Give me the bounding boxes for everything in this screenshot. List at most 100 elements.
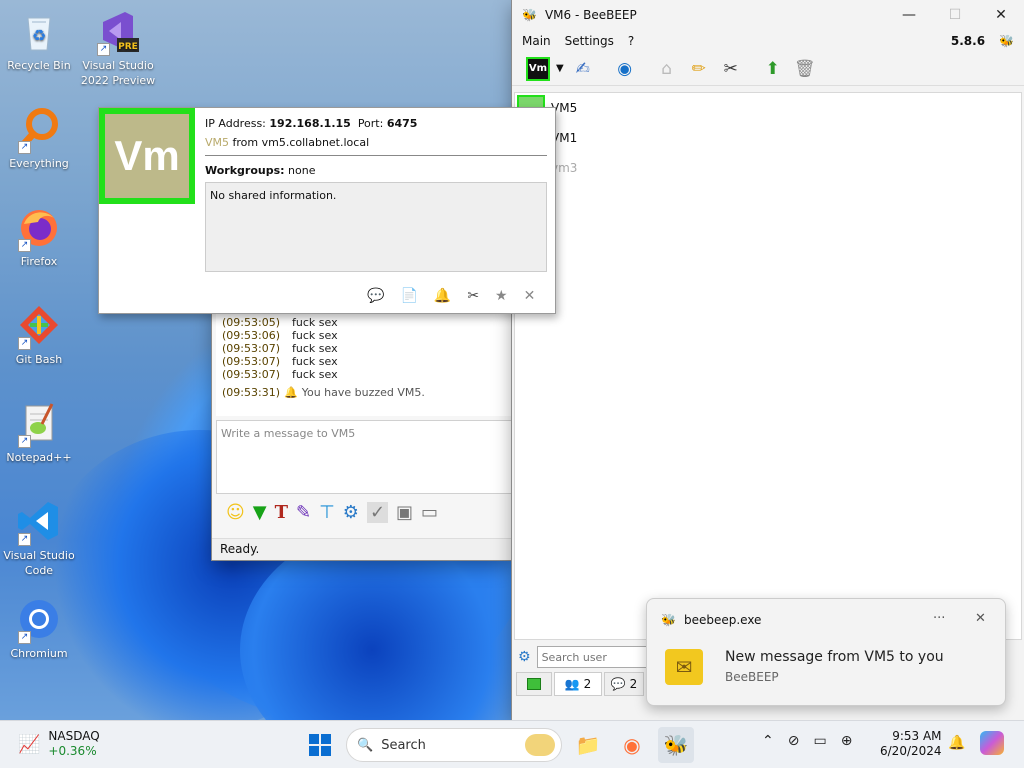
home-icon[interactable]: ⌂ (654, 56, 680, 82)
toast-notification[interactable]: 🐝 beebeep.exe ··· ✕ ✉ New message from V… (646, 598, 1006, 706)
chat-message: (09:53:05) fuck sex (222, 316, 338, 329)
maximize-button[interactable]: ☐ (932, 0, 978, 30)
location-icon[interactable]: ⊕ (841, 733, 853, 749)
shortcut-arrow-icon: ↗ (18, 337, 31, 350)
beebeep-taskbar-button[interactable]: 🐝 (658, 727, 694, 763)
windows-logo-icon (309, 734, 331, 756)
svg-text:♻: ♻ (32, 26, 46, 45)
edit-profile-icon[interactable]: ✍ (570, 56, 596, 82)
tools-icon[interactable]: ✂ (718, 56, 744, 82)
chat-bubble-icon[interactable]: 💬 (367, 288, 384, 304)
toast-close-button[interactable]: ✕ (975, 611, 986, 626)
desktop-icon-firefox[interactable]: ↗ Firefox (0, 204, 78, 269)
edit-tool-icon[interactable]: ✂ (467, 288, 479, 304)
bell-icon: 🔔 (284, 386, 298, 399)
shortcut-arrow-icon: ↗ (18, 435, 31, 448)
vscode-icon: ↗ (16, 498, 62, 546)
buzz-message: (09:53:31) 🔔 You have buzzed VM5. (222, 386, 425, 399)
tab-users[interactable] (516, 672, 552, 696)
window-title: VM6 - BeeBEEP (544, 8, 637, 22)
chromium-icon: ↗ (16, 596, 62, 644)
taskbar: 📈 NASDAQ +0.36% 🔍 Search 📁 ◉ 🐝 ⌃ ⊘ ▭ ⊕ 9… (0, 720, 1024, 768)
shortcut-arrow-icon: ↗ (97, 43, 110, 56)
version-label: 5.8.6 (950, 34, 986, 48)
shortcut-arrow-icon: ↗ (18, 533, 31, 546)
desktop-icon-visual-studio-preview[interactable]: PRE ↗ Visual Studio 2022 Preview (79, 8, 157, 88)
send-file-icon[interactable]: ▭ (421, 502, 438, 523)
status-dropdown-icon[interactable]: ▼ (556, 63, 564, 74)
green-arrow-down-icon[interactable]: ▼ (253, 502, 267, 523)
beebeep-bee-icon: 🐝 (522, 8, 537, 22)
users-tab-icon (527, 678, 541, 690)
taskbar-search[interactable]: 🔍 Search (346, 728, 562, 762)
desktop-icon-chromium[interactable]: ↗ Chromium (0, 596, 78, 661)
screenshot-icon[interactable]: ▣ (396, 502, 413, 523)
chat-message: (09:53:07) fuck sex (222, 342, 338, 355)
shared-info-box: No shared information. (205, 182, 547, 272)
stock-chart-icon: 📈 (18, 733, 41, 755)
favorite-star-icon[interactable]: ★ (495, 288, 508, 304)
buzz-bell-icon[interactable]: 🔔 (434, 288, 451, 304)
font-icon[interactable]: T (275, 502, 288, 523)
close-button[interactable]: ✕ (978, 0, 1024, 30)
menu-settings[interactable]: Settings (565, 34, 614, 48)
desktop-icon-vscode[interactable]: ↗ Visual Studio Code (0, 498, 78, 578)
notification-bell-icon[interactable]: 🔔 (948, 735, 965, 751)
tray: ⌃ ⊘ ▭ ⊕ (762, 733, 852, 749)
chat-message: (09:53:07) fuck sex (222, 355, 338, 368)
display-icon[interactable]: ▭ (813, 733, 826, 749)
chat-toolbar: ☺ ▼ T ✎ ⊤ ⚙ ✓ ▣ ▭ (226, 502, 438, 523)
copilot-icon[interactable] (980, 731, 1004, 755)
desktop-icon-everything[interactable]: ↗ Everything (0, 106, 78, 171)
menu-main[interactable]: Main (522, 34, 551, 48)
start-button[interactable] (302, 727, 338, 763)
shortcut-arrow-icon: ↗ (18, 239, 31, 252)
search-user-input[interactable] (536, 646, 657, 668)
popup-actions: 💬 📄 🔔 ✂ ★ ✕ (367, 288, 535, 304)
minimize-button[interactable]: — (886, 0, 932, 30)
network-off-icon[interactable]: ⊘ (788, 733, 800, 749)
filter-icon[interactable]: ⊤ (319, 502, 335, 523)
notes-icon[interactable]: ✏ (686, 56, 712, 82)
user-list: VM5 VM1 vm3 (514, 92, 1022, 640)
toast-more-button[interactable]: ··· (933, 611, 945, 626)
color-picker-icon[interactable]: ✎ (296, 502, 311, 523)
chat-log: (09:53:05) fuck sex (09:53:06) fuck sex (0… (216, 314, 512, 416)
firefox-icon: ↗ (16, 204, 62, 252)
user-avatar: Vm (99, 108, 195, 204)
chat-message: (09:53:06) fuck sex (222, 329, 338, 342)
settings-gear-icon[interactable]: ⚙ (343, 502, 359, 523)
toast-subtitle: BeeBEEP (725, 670, 779, 684)
ip-info: IP Address: 192.168.1.15 Port: 6475 (205, 117, 418, 130)
spell-check-icon[interactable]: ✓ (366, 502, 389, 523)
tab-groups[interactable]: 👥 2 (554, 672, 602, 696)
firefox-taskbar-button[interactable]: ◉ (614, 727, 650, 763)
file-explorer-button[interactable]: 📁 (570, 727, 606, 763)
remove-user-icon[interactable]: ✕ (524, 288, 536, 304)
message-input[interactable]: Write a message to VM5 (216, 420, 512, 494)
status-avatar-button[interactable]: Vm (526, 56, 550, 81)
trash-icon[interactable]: 🗑 (792, 56, 818, 82)
workgroups-info: Workgroups: none (205, 164, 316, 177)
menu-help[interactable]: ? (628, 34, 634, 48)
stock-widget[interactable]: 📈 NASDAQ +0.36% (18, 729, 100, 759)
chevron-up-icon[interactable]: ⌃ (762, 733, 774, 749)
search-highlight-icon (525, 734, 555, 756)
tab-chats[interactable]: 💬 2 (604, 672, 644, 696)
emoticon-icon[interactable]: ☺ (226, 502, 245, 523)
settings-gear-icon[interactable]: ⚙ (518, 649, 531, 665)
groups-tab-icon: 👥 (564, 677, 580, 691)
update-icon[interactable]: ⬆ (760, 56, 786, 82)
toast-header: 🐝 beebeep.exe (661, 613, 762, 627)
bottom-tabs: 👥 2 💬 2 (516, 672, 644, 696)
send-file-icon[interactable]: 📄 (400, 288, 417, 304)
desktop-icon-git-bash[interactable]: ↗ Git Bash (0, 302, 78, 367)
version-bee-icon: 🐝 (999, 34, 1014, 48)
main-toolbar: Vm ▼ ✍ ◉ ⌂ ✏ ✂ ⬆ 🗑 (512, 52, 1024, 86)
clock[interactable]: 9:53 AM 6/20/2024 (880, 729, 942, 759)
desktop-icon-recycle-bin[interactable]: ♻ Recycle Bin (0, 8, 78, 73)
network-icon[interactable]: ◉ (612, 56, 638, 82)
desktop-icon-notepad-plus-plus[interactable]: ↗ Notepad++ (0, 400, 78, 465)
everything-search-icon: ↗ (16, 106, 62, 154)
git-bash-icon: ↗ (16, 302, 62, 350)
